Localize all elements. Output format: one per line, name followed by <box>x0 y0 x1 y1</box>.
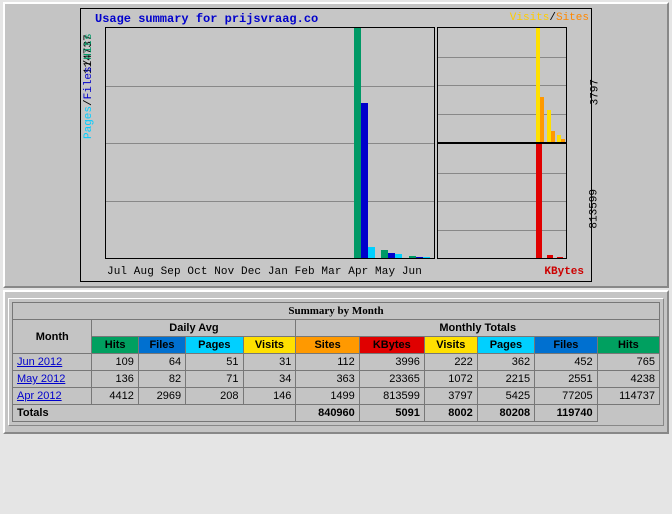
bar <box>368 247 375 258</box>
bar <box>381 250 388 258</box>
table-frame: Summary by Month Month Daily Avg Monthly… <box>3 290 669 434</box>
col-d-visits: Visits <box>243 337 296 354</box>
m-kbytes: 3996 <box>359 354 424 371</box>
colgroup-daily: Daily Avg <box>92 320 296 337</box>
m-sites: 112 <box>296 354 359 371</box>
left-axis-label: Pages/Files/Hits <box>83 33 95 139</box>
m-hits: 4238 <box>597 371 659 388</box>
table-row: Jun 2012 1096451311123996222362452765 <box>13 354 660 371</box>
bar <box>416 257 423 258</box>
month-cell[interactable]: Jun 2012 <box>13 354 92 371</box>
month-link[interactable]: Apr 2012 <box>17 390 62 402</box>
d-hits: 136 <box>92 371 138 388</box>
chart-frame: Usage summary for prijsvraag.co 114737 P… <box>3 2 669 288</box>
month-link[interactable]: Jun 2012 <box>17 356 62 368</box>
col-m-files: Files <box>535 337 598 354</box>
month-cell[interactable]: Apr 2012 <box>13 388 92 405</box>
bar <box>354 28 361 258</box>
col-d-hits: Hits <box>92 337 138 354</box>
plot-left <box>105 27 435 259</box>
colgroup-monthly: Monthly Totals <box>296 320 660 337</box>
month-cell[interactable]: May 2012 <box>13 371 92 388</box>
m-kbytes: 813599 <box>359 388 424 405</box>
bar <box>540 97 544 142</box>
d-hits: 109 <box>92 354 138 371</box>
col-m-hits: Hits <box>597 337 659 354</box>
bar <box>557 257 563 258</box>
table-title: Summary by Month <box>13 303 660 320</box>
x-axis-labels: Jul Aug Sep Oct Nov Dec Jan Feb Mar Apr … <box>107 266 422 278</box>
m-pages: 2215 <box>477 371 534 388</box>
d-files: 2969 <box>138 388 185 405</box>
month-link[interactable]: May 2012 <box>17 373 65 385</box>
totals-hits: 119740 <box>535 405 598 422</box>
m-pages: 362 <box>477 354 534 371</box>
m-kbytes: 23365 <box>359 371 424 388</box>
totals-kbytes: 840960 <box>296 405 359 422</box>
m-visits: 3797 <box>424 388 477 405</box>
usage-chart: Usage summary for prijsvraag.co 114737 P… <box>80 8 592 282</box>
totals-pages: 8002 <box>424 405 477 422</box>
m-visits: 1072 <box>424 371 477 388</box>
bar <box>561 139 565 142</box>
m-files: 77205 <box>535 388 598 405</box>
d-visits: 146 <box>243 388 296 405</box>
bar <box>536 144 542 258</box>
col-d-files: Files <box>138 337 185 354</box>
plot-bottom-right <box>437 143 567 259</box>
d-hits: 4412 <box>92 388 138 405</box>
totals-files: 80208 <box>477 405 534 422</box>
col-d-pages: Pages <box>186 337 243 354</box>
col-m-visits: Visits <box>424 337 477 354</box>
d-pages: 208 <box>186 388 243 405</box>
bar <box>409 256 416 258</box>
m-sites: 1499 <box>296 388 359 405</box>
d-files: 64 <box>138 354 185 371</box>
bar <box>361 103 368 258</box>
d-pages: 51 <box>186 354 243 371</box>
col-m-pages: Pages <box>477 337 534 354</box>
d-files: 82 <box>138 371 185 388</box>
right-bottom-label: KBytes <box>544 266 584 278</box>
d-pages: 71 <box>186 371 243 388</box>
col-m-kbytes: KBytes <box>359 337 424 354</box>
m-pages: 5425 <box>477 388 534 405</box>
summary-table-wrap: Summary by Month Month Daily Avg Monthly… <box>8 298 664 426</box>
table-row: May 2012 13682713436323365107222152551423… <box>13 371 660 388</box>
m-hits: 114737 <box>597 388 659 405</box>
right-mid-y-max: 813599 <box>589 189 601 229</box>
bar <box>388 253 395 258</box>
m-hits: 765 <box>597 354 659 371</box>
m-visits: 222 <box>424 354 477 371</box>
m-sites: 363 <box>296 371 359 388</box>
m-files: 452 <box>535 354 598 371</box>
bar <box>423 257 430 258</box>
d-visits: 34 <box>243 371 296 388</box>
chart-title: Usage summary for prijsvraag.co <box>95 12 318 26</box>
plot-top-right <box>437 27 567 143</box>
right-top-y-max: 3797 <box>589 79 601 105</box>
totals-label: Totals <box>13 405 296 422</box>
right-top-label: Visits/Sites <box>510 12 589 24</box>
table-row: Apr 2012 44122969208146149981359937975425… <box>13 388 660 405</box>
d-visits: 31 <box>243 354 296 371</box>
totals-visits: 5091 <box>359 405 424 422</box>
summary-table: Summary by Month Month Daily Avg Monthly… <box>12 302 660 422</box>
bar <box>551 131 555 142</box>
col-month: Month <box>13 320 92 354</box>
col-m-sites: Sites <box>296 337 359 354</box>
m-files: 2551 <box>535 371 598 388</box>
bar <box>395 254 402 258</box>
bar <box>547 255 553 258</box>
